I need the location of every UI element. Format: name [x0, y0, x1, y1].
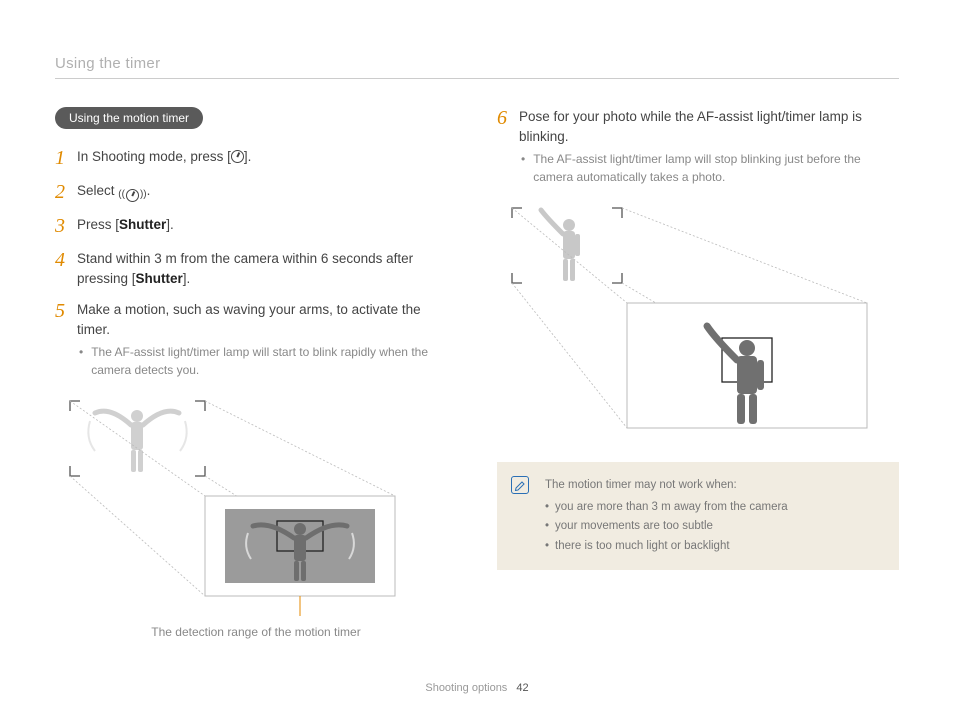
note-item: there is too much light or backlight	[545, 537, 881, 557]
step-text: Pose for your photo while the AF-assist …	[519, 107, 899, 186]
step-text: Select (()).	[77, 181, 457, 202]
sub-bullet: The AF-assist light/timer lamp will star…	[77, 343, 457, 379]
step-number: 3	[55, 215, 77, 237]
diagram-caption: The detection range of the motion timer	[55, 625, 457, 639]
page-footer: Shooting options 42	[0, 682, 954, 694]
text: Press [	[77, 217, 119, 232]
step5-diagram: The detection range of the motion timer	[55, 391, 457, 639]
note-list: you are more than 3 m away from the came…	[545, 498, 881, 557]
text: Pose for your photo while the AF-assist …	[519, 109, 862, 144]
step-number: 4	[55, 249, 77, 271]
step-2: 2 Select (()).	[55, 181, 457, 203]
footer-section: Shooting options	[425, 682, 507, 694]
sub-bullet: The AF-assist light/timer lamp will stop…	[519, 150, 899, 186]
step-text: Press [Shutter].	[77, 215, 457, 235]
text: In Shooting mode, press [	[77, 149, 231, 164]
step-number: 6	[497, 107, 519, 129]
text: Stand within 3 m from the camera within …	[77, 251, 413, 286]
step-text: Stand within 3 m from the camera within …	[77, 249, 457, 288]
note-item: your movements are too subtle	[545, 517, 881, 537]
text: Make a motion, such as waving your arms,…	[77, 302, 421, 337]
page-header: Using the timer	[55, 55, 899, 79]
sub-text: The AF-assist light/timer lamp will star…	[91, 343, 457, 379]
note-lead: The motion timer may not work when:	[545, 476, 881, 496]
step-6: 6 Pose for your photo while the AF-assis…	[497, 107, 899, 186]
step-1: 1 In Shooting mode, press [].	[55, 147, 457, 169]
step-number: 5	[55, 300, 77, 322]
page-number: 42	[516, 682, 528, 694]
right-column: 6 Pose for your photo while the AF-assis…	[497, 107, 899, 647]
text: ].	[244, 149, 252, 164]
bold-text: Shutter	[136, 271, 183, 286]
step-number: 1	[55, 147, 77, 169]
text: Select	[77, 183, 118, 198]
step-text: In Shooting mode, press [].	[77, 147, 457, 167]
step-4: 4 Stand within 3 m from the camera withi…	[55, 249, 457, 288]
content-columns: Using the motion timer 1 In Shooting mod…	[55, 107, 899, 647]
step-3: 3 Press [Shutter].	[55, 215, 457, 237]
left-column: Using the motion timer 1 In Shooting mod…	[55, 107, 457, 647]
text: ].	[166, 217, 174, 232]
step-5: 5 Make a motion, such as waving your arm…	[55, 300, 457, 379]
note-item: you are more than 3 m away from the came…	[545, 498, 881, 518]
sub-text: The AF-assist light/timer lamp will stop…	[533, 150, 899, 186]
bold-text: Shutter	[119, 217, 166, 232]
step6-diagram	[497, 198, 899, 438]
note-icon	[511, 476, 529, 494]
timer-icon	[231, 150, 244, 163]
text: .	[147, 183, 151, 198]
motion-timer-icon: (())	[118, 189, 146, 202]
text: ].	[183, 271, 191, 286]
step-number: 2	[55, 181, 77, 203]
note-box: The motion timer may not work when: you …	[497, 462, 899, 570]
step-text: Make a motion, such as waving your arms,…	[77, 300, 457, 379]
section-pill: Using the motion timer	[55, 107, 203, 129]
